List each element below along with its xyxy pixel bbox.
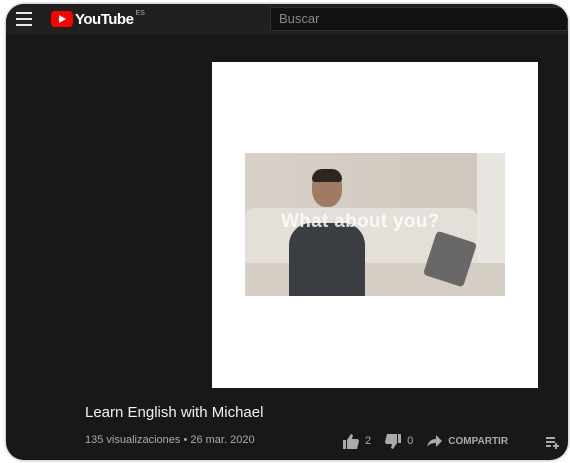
video-frame: What about you? xyxy=(245,153,505,296)
menu-icon[interactable] xyxy=(16,12,32,26)
top-bar: YouTube ES Buscar xyxy=(6,4,568,34)
video-title: Learn English with Michael xyxy=(85,404,264,421)
thumbs-up-icon xyxy=(343,433,359,449)
video-caption: What about you? xyxy=(281,211,440,232)
logo-text: YouTube xyxy=(75,10,134,28)
share-icon xyxy=(427,435,443,447)
share-button[interactable]: COMPARTIR xyxy=(427,435,508,447)
search-input[interactable]: Buscar xyxy=(270,7,568,31)
presenter-hair xyxy=(312,169,342,182)
youtube-logo[interactable]: YouTube ES xyxy=(51,10,145,28)
like-count: 2 xyxy=(365,435,372,447)
share-label: COMPARTIR xyxy=(448,435,509,447)
presenter-body xyxy=(289,223,365,296)
video-actions: 2 0 COMPARTIR xyxy=(343,432,522,450)
like-button[interactable]: 2 xyxy=(343,433,372,449)
thumbs-down-icon xyxy=(385,433,402,449)
video-player[interactable]: What about you? xyxy=(212,62,538,388)
dislike-count: 0 xyxy=(407,435,414,447)
youtube-logo-icon xyxy=(51,11,73,27)
add-to-playlist-icon[interactable] xyxy=(546,437,560,449)
dislike-button[interactable]: 0 xyxy=(385,433,414,449)
video-meta: 135 visualizaciones • 26 mar. 2020 xyxy=(85,434,255,446)
country-code: ES xyxy=(135,9,145,17)
youtube-window: YouTube ES Buscar What about you? Learn … xyxy=(6,4,568,460)
